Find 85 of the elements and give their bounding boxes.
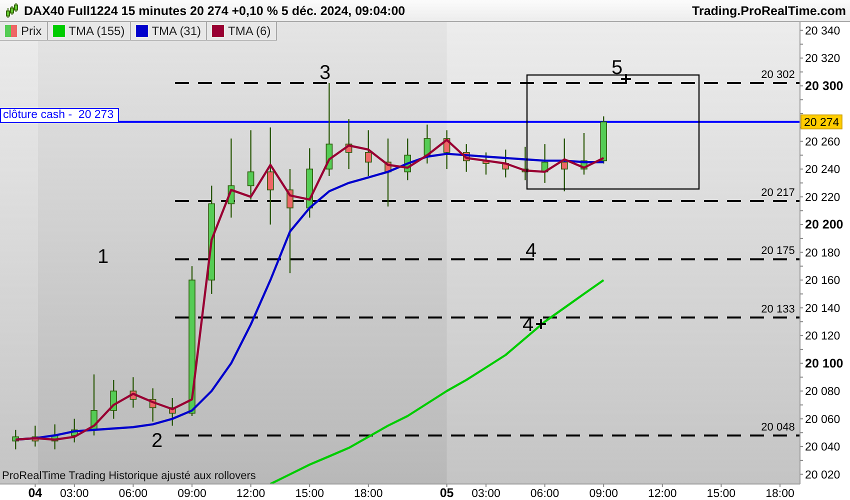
- level-label: 20 302: [761, 69, 795, 82]
- level-label: 20 048: [761, 421, 795, 434]
- wave-label: 4: [522, 314, 534, 336]
- price-tag: 20 274: [800, 114, 842, 130]
- time-label: 03:00: [472, 488, 500, 500]
- candlestick: [51, 424, 58, 450]
- time-label: 18:00: [354, 488, 383, 500]
- candlestick: [522, 146, 529, 180]
- wave-label: 3: [319, 62, 331, 84]
- candlestick: [110, 380, 117, 419]
- candlestick: [90, 374, 98, 436]
- time-label: 18:00: [766, 488, 794, 500]
- crosshair-icon: [621, 74, 631, 84]
- price-label: 20 020: [805, 469, 840, 482]
- candlestick: [71, 418, 78, 442]
- price-label: 20 340: [805, 25, 840, 38]
- chart-title: DAX40 Full1224 15 minutes 20 274 +0,10 % 5 déc. 2024, 09:04:00: [24, 4, 406, 18]
- candlestick: [600, 116, 607, 164]
- level-label: 20 175: [761, 245, 795, 258]
- wave-label: 5: [611, 57, 623, 79]
- legend-item[interactable]: TMA (31): [130, 22, 208, 40]
- candlestick-icon: [6, 2, 18, 18]
- close-price-label: clôture cash - 20 273: [0, 108, 119, 123]
- price-label: 20 260: [805, 136, 840, 148]
- time-label: 12:00: [648, 488, 677, 500]
- crosshair-icon: [536, 319, 546, 329]
- price-label: 20 100: [805, 356, 844, 370]
- candlestick: [345, 119, 352, 170]
- price-label: 20 080: [805, 386, 840, 398]
- site-name: Trading.ProRealTime.com: [692, 4, 846, 18]
- color-swatch-icon: [52, 25, 65, 37]
- candlestick: [482, 152, 490, 175]
- price-label: 20 180: [805, 247, 840, 260]
- time-label: 06:00: [118, 488, 148, 500]
- time-label: 09:00: [178, 488, 206, 500]
- color-swatch-icon: [5, 25, 17, 37]
- candlestick: [306, 148, 313, 218]
- candlestick: [149, 388, 156, 422]
- time-label: 04: [28, 486, 42, 500]
- candlestick: [463, 144, 470, 172]
- price-label: 20 040: [805, 442, 840, 454]
- candlestick: [247, 130, 254, 200]
- color-swatch-icon: [212, 25, 224, 37]
- price-label: 20 220: [805, 192, 840, 204]
- level-label: 20 133: [761, 304, 795, 316]
- legend-label: TMA (31): [152, 24, 202, 38]
- legend-label: TMA (155): [68, 24, 125, 38]
- candlestick: [130, 377, 137, 408]
- candlestick: [12, 430, 19, 450]
- legend-item[interactable]: Prix: [0, 22, 48, 40]
- candlestick: [580, 133, 588, 175]
- candlestick: [541, 144, 548, 183]
- legend-item[interactable]: TMA (6): [207, 22, 277, 40]
- price-label: 20 320: [805, 53, 840, 66]
- price-label: 20 120: [805, 330, 840, 343]
- candlestick: [502, 150, 509, 178]
- color-swatch-icon: [136, 25, 148, 37]
- wave-label: 4: [525, 240, 537, 262]
- candlestick: [365, 130, 372, 176]
- wave-label: 2: [151, 430, 163, 452]
- price-label: 20 200: [805, 218, 844, 232]
- candlestick: [404, 138, 411, 180]
- wave-label: 1: [97, 246, 109, 268]
- price-label: 20 060: [805, 414, 840, 426]
- candlestick: [384, 138, 392, 207]
- time-label: 03:00: [60, 488, 89, 500]
- time-label: 09:00: [589, 488, 618, 500]
- candlestick: [424, 124, 431, 164]
- time-label: 15:00: [706, 488, 736, 500]
- candlestick: [169, 398, 176, 426]
- legend-item[interactable]: TMA (155): [48, 22, 131, 40]
- level-label: 20 217: [761, 186, 795, 199]
- candlestick: [32, 426, 39, 447]
- time-label: 06:00: [530, 488, 560, 500]
- time-label: 12:00: [236, 488, 266, 500]
- candlestick: [561, 138, 568, 192]
- price-label: 20 300: [805, 78, 844, 93]
- price-label: 20 140: [805, 302, 840, 315]
- price-label: 20 160: [805, 275, 840, 288]
- legend-label: TMA (6): [228, 24, 271, 38]
- time-label: 05: [440, 486, 454, 500]
- price-label: 20 240: [805, 164, 840, 176]
- chart-note: ProRealTime Trading Historique ajusté aux rollovers: [2, 470, 256, 482]
- candlestick: [443, 130, 450, 170]
- time-label: 15:00: [295, 488, 324, 500]
